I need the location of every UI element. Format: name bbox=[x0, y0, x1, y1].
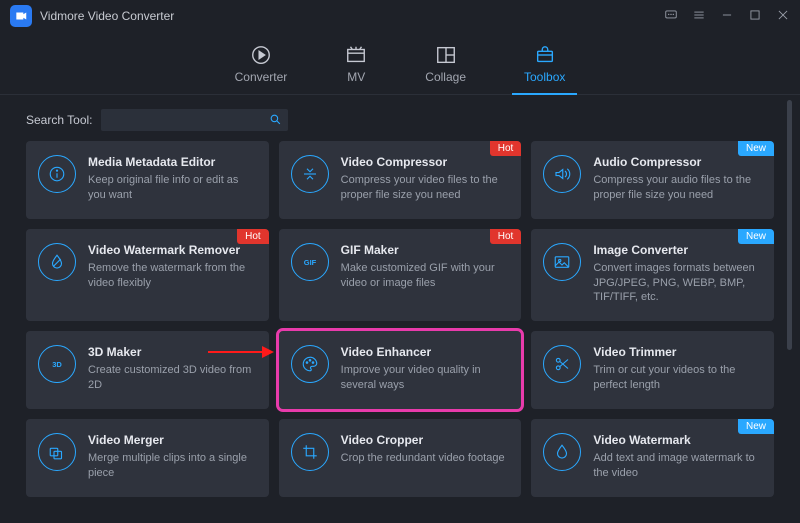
tab-converter[interactable]: Converter bbox=[229, 38, 294, 94]
tool-card-video-watermark[interactable]: NewVideo Watermark Add text and image wat… bbox=[531, 419, 774, 497]
tool-desc: Remove the watermark from the video flex… bbox=[88, 261, 257, 291]
hot-badge: Hot bbox=[490, 141, 522, 156]
image-icon bbox=[543, 243, 581, 281]
tool-desc: Merge multiple clips into a single piece bbox=[88, 451, 257, 481]
tool-desc: Improve your video quality in several wa… bbox=[341, 363, 510, 393]
tool-card-video-compressor[interactable]: HotVideo Compressor Compress your video f… bbox=[279, 141, 522, 219]
tab-mv[interactable]: MV bbox=[339, 38, 373, 94]
search-row: Search Tool: bbox=[0, 95, 800, 141]
app-title: Vidmore Video Converter bbox=[40, 9, 174, 23]
crop-icon bbox=[291, 433, 329, 471]
drop-icon bbox=[38, 243, 76, 281]
tool-title: Video Watermark bbox=[593, 433, 762, 447]
tool-grid: Media Metadata Editor Keep original file … bbox=[0, 141, 800, 523]
threed-icon: 3D bbox=[38, 345, 76, 383]
svg-text:GIF: GIF bbox=[303, 258, 316, 267]
tool-desc: Compress your video files to the proper … bbox=[341, 173, 510, 203]
scissors-icon bbox=[543, 345, 581, 383]
tool-card-image-converter[interactable]: NewImage Converter Convert images formats… bbox=[531, 229, 774, 322]
tool-card-video-merger[interactable]: Video Merger Merge multiple clips into a … bbox=[26, 419, 269, 497]
tool-title: Video Cropper bbox=[341, 433, 510, 447]
maximize-button[interactable] bbox=[748, 8, 762, 25]
tool-title: 3D Maker bbox=[88, 345, 257, 359]
tool-card-gif-maker[interactable]: Hot GIF GIF Maker Make customized GIF with … bbox=[279, 229, 522, 322]
minimize-button[interactable] bbox=[720, 8, 734, 25]
compress-icon bbox=[291, 155, 329, 193]
app-logo bbox=[10, 5, 32, 27]
main-tabs: Converter MV Collage Toolbox bbox=[0, 32, 800, 95]
tab-label: MV bbox=[347, 70, 365, 84]
tool-card-3d-maker[interactable]: 3D 3D Maker Create customized 3D video fro… bbox=[26, 331, 269, 409]
tab-collage[interactable]: Collage bbox=[419, 38, 472, 94]
palette-icon bbox=[291, 345, 329, 383]
tool-desc: Add text and image watermark to the vide… bbox=[593, 451, 762, 481]
tool-title: Media Metadata Editor bbox=[88, 155, 257, 169]
audio-icon bbox=[543, 155, 581, 193]
tab-label: Converter bbox=[235, 70, 288, 84]
tool-desc: Trim or cut your videos to the perfect l… bbox=[593, 363, 762, 393]
tool-card-video-watermark-remover[interactable]: HotVideo Watermark Remover Remove the wat… bbox=[26, 229, 269, 322]
tool-card-media-metadata-editor[interactable]: Media Metadata Editor Keep original file … bbox=[26, 141, 269, 219]
tool-card-video-cropper[interactable]: Video Cropper Crop the redundant video fo… bbox=[279, 419, 522, 497]
menu-icon[interactable] bbox=[692, 8, 706, 25]
search-input[interactable] bbox=[101, 109, 288, 131]
hot-badge: Hot bbox=[490, 229, 522, 244]
new-badge: New bbox=[738, 141, 774, 156]
new-badge: New bbox=[738, 229, 774, 244]
tool-title: Video Merger bbox=[88, 433, 257, 447]
tool-title: Video Watermark Remover bbox=[88, 243, 257, 257]
tool-card-video-trimmer[interactable]: Video Trimmer Trim or cut your videos to … bbox=[531, 331, 774, 409]
title-bar: Vidmore Video Converter bbox=[0, 0, 800, 32]
tab-label: Toolbox bbox=[524, 70, 565, 84]
tool-desc: Convert images formats between JPG/JPEG,… bbox=[593, 261, 762, 306]
hot-badge: Hot bbox=[237, 229, 269, 244]
close-button[interactable] bbox=[776, 8, 790, 25]
tool-desc: Make customized GIF with your video or i… bbox=[341, 261, 510, 291]
tool-title: Video Trimmer bbox=[593, 345, 762, 359]
feedback-icon[interactable] bbox=[664, 8, 678, 25]
tool-title: GIF Maker bbox=[341, 243, 510, 257]
new-badge: New bbox=[738, 419, 774, 434]
tool-desc: Create customized 3D video from 2D bbox=[88, 363, 257, 393]
tool-card-audio-compressor[interactable]: NewAudio Compressor Compress your audio f… bbox=[531, 141, 774, 219]
tool-title: Video Compressor bbox=[341, 155, 510, 169]
tab-toolbox[interactable]: Toolbox bbox=[518, 38, 571, 94]
search-label: Search Tool: bbox=[26, 113, 93, 127]
tool-desc: Compress your audio files to the proper … bbox=[593, 173, 762, 203]
tool-card-video-enhancer[interactable]: Video Enhancer Improve your video quality… bbox=[279, 331, 522, 409]
tool-desc: Keep original file info or edit as you w… bbox=[88, 173, 257, 203]
watermark-icon bbox=[543, 433, 581, 471]
tool-title: Audio Compressor bbox=[593, 155, 762, 169]
merge-icon bbox=[38, 433, 76, 471]
tab-label: Collage bbox=[425, 70, 466, 84]
tool-title: Image Converter bbox=[593, 243, 762, 257]
info-icon bbox=[38, 155, 76, 193]
svg-text:3D: 3D bbox=[52, 360, 62, 369]
search-icon[interactable] bbox=[269, 113, 282, 126]
tool-desc: Crop the redundant video footage bbox=[341, 451, 510, 466]
gif-icon: GIF bbox=[291, 243, 329, 281]
scrollbar[interactable] bbox=[787, 100, 792, 480]
tool-title: Video Enhancer bbox=[341, 345, 510, 359]
